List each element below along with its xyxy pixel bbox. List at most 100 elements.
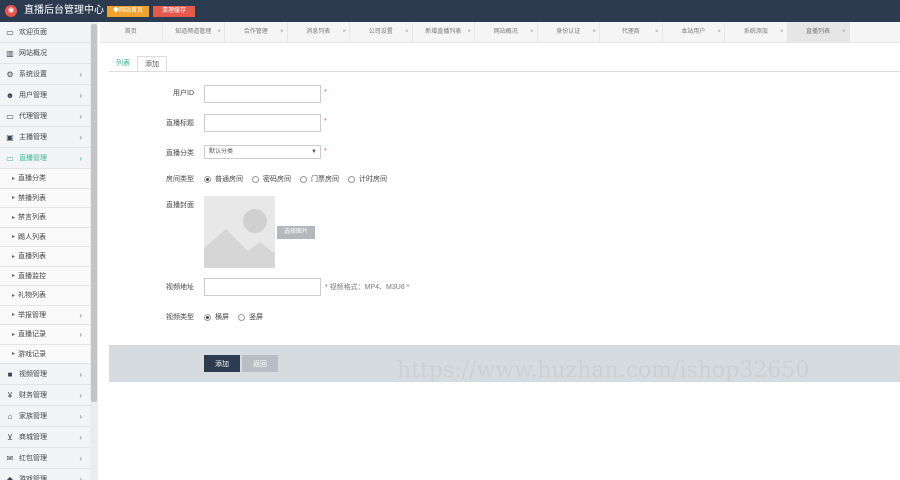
- tab[interactable]: 消息列表 ×: [288, 22, 350, 43]
- room-type-normal[interactable]: 普通房间: [204, 174, 243, 184]
- sidebar-item[interactable]: ▣ 主播管理 ›: [0, 127, 90, 148]
- video-type-portrait[interactable]: 竖屏: [238, 312, 263, 322]
- video-url-label: 视频地址: [166, 284, 194, 291]
- close-icon[interactable]: ×: [405, 22, 409, 43]
- sidebar-item-label: 主播管理: [19, 134, 47, 141]
- close-icon[interactable]: ×: [717, 22, 721, 43]
- cover-image-placeholder[interactable]: [204, 196, 275, 268]
- caret-right-icon: ▸: [12, 214, 16, 221]
- required-mark: *: [324, 118, 327, 125]
- tab[interactable]: 首页: [100, 22, 163, 43]
- close-icon[interactable]: ×: [530, 22, 534, 43]
- tab[interactable]: 公司设置 ×: [350, 22, 413, 43]
- chart-icon: ▥: [6, 48, 14, 58]
- room-type-timed[interactable]: 计时房间: [348, 174, 387, 184]
- sidebar-item[interactable]: ⌂ 家族管理 ›: [0, 406, 90, 427]
- close-icon[interactable]: ×: [780, 22, 784, 43]
- radio-icon[interactable]: [300, 175, 307, 183]
- room-type-ticket[interactable]: 门票房间: [300, 174, 339, 184]
- tab[interactable]: 知道频道管理 ×: [163, 22, 225, 43]
- close-icon[interactable]: ×: [655, 22, 659, 43]
- radio-checked-icon[interactable]: [204, 313, 211, 321]
- id-card-icon: ▣: [6, 132, 14, 142]
- choose-image-button[interactable]: 选择图片: [277, 226, 315, 239]
- close-icon[interactable]: ×: [280, 22, 284, 43]
- site-home-button[interactable]: ◆网站首页: [107, 6, 149, 17]
- chevron-right-icon: ›: [79, 412, 82, 421]
- category-select[interactable]: 默认分类 ▼: [204, 145, 321, 159]
- category-label: 直播分类: [166, 150, 194, 157]
- tab-label: 新增直播列表: [425, 29, 462, 35]
- tab[interactable]: 直播列表 ×: [787, 22, 850, 43]
- subtab-add[interactable]: 添加: [137, 56, 167, 72]
- chevron-right-icon: ›: [79, 433, 82, 442]
- required-mark: *: [324, 89, 327, 96]
- tab-label: 直播列表: [805, 29, 830, 35]
- radio-checked-icon[interactable]: [204, 175, 211, 183]
- user-id-input[interactable]: [204, 85, 321, 103]
- close-icon[interactable]: ×: [342, 22, 346, 43]
- tab[interactable]: 网站概况 ×: [475, 22, 538, 43]
- gears-icon: ⚙: [6, 69, 14, 79]
- video-icon: ■: [7, 369, 13, 379]
- scrollbar-thumb[interactable]: [91, 24, 97, 402]
- close-icon[interactable]: ×: [467, 22, 471, 43]
- sidebar-item[interactable]: ✉ 红包管理 ›: [0, 448, 90, 469]
- close-icon[interactable]: ×: [217, 22, 221, 43]
- required-mark: *: [324, 148, 327, 155]
- tab-label: 首页: [124, 29, 137, 35]
- sidebar-item[interactable]: ¥ 财务管理 ›: [0, 385, 90, 406]
- room-type-password[interactable]: 密码房间: [252, 174, 291, 184]
- tab[interactable]: 代理商 ×: [600, 22, 663, 43]
- video-type-landscape[interactable]: 横屏: [204, 312, 229, 322]
- subtab-list[interactable]: 列表: [109, 56, 137, 72]
- tab[interactable]: 本站用户 ×: [663, 22, 725, 43]
- sidebar-subitem[interactable]: ▸ 直播记录 ›: [0, 325, 90, 345]
- tab-label: 公司设置: [368, 29, 393, 35]
- radio-icon[interactable]: [252, 175, 259, 183]
- sidebar-subitem[interactable]: ▸ 直播列表: [0, 247, 90, 267]
- envelope-icon: ✉: [6, 453, 14, 463]
- video-url-input[interactable]: [204, 278, 321, 296]
- sidebar-subitem-label: 直播列表: [18, 253, 47, 261]
- sidebar-item-label: 系统设置: [19, 71, 47, 78]
- sidebar-item[interactable]: ⚙ 系统设置 ›: [0, 64, 90, 85]
- sidebar-item-label: 家族管理: [19, 413, 47, 420]
- radio-label: 计时房间: [359, 176, 387, 183]
- sidebar-subitem[interactable]: ▸ 禁言列表: [0, 208, 90, 228]
- chevron-right-icon: ›: [79, 391, 82, 400]
- cart-icon: ⊻: [7, 432, 13, 442]
- sidebar-item[interactable]: ▭ 欢迎页面: [0, 22, 90, 43]
- sidebar-item-label: 商城管理: [19, 434, 47, 441]
- back-button[interactable]: 返回: [242, 355, 278, 372]
- tab-label: 本站用户: [681, 29, 706, 35]
- clear-cache-button[interactable]: 清理缓存: [153, 6, 195, 17]
- sidebar-item[interactable]: ▥ 网站概况: [0, 43, 90, 64]
- title-input[interactable]: [204, 114, 321, 132]
- tab[interactable]: 身份认证 ×: [538, 22, 600, 43]
- sidebar-subitem-label: 踢人列表: [18, 233, 47, 241]
- tab[interactable]: 系统添加 ×: [725, 22, 788, 43]
- tab-label: 合作管理: [243, 29, 268, 35]
- sidebar-item-label: 视频管理: [19, 371, 47, 378]
- tab[interactable]: 合作管理 ×: [225, 22, 288, 43]
- sidebar-item[interactable]: ■ 视频管理 ›: [0, 364, 90, 385]
- user-id-label: 用户ID: [173, 90, 194, 97]
- chevron-right-icon: ›: [79, 454, 82, 463]
- sidebar-item-label: 财务管理: [19, 392, 47, 399]
- sidebar-item[interactable]: ⊻ 商城管理 ›: [0, 427, 90, 448]
- room-type-label: 房间类型: [166, 176, 194, 183]
- radio-icon[interactable]: [238, 313, 245, 321]
- sidebar-item[interactable]: ◆ 游戏管理 ›: [0, 469, 90, 480]
- room-type-group: 普通房间 密码房间 门票房间 计时房间: [204, 174, 396, 184]
- sidebar-subitem[interactable]: ▸ 踢人列表: [0, 227, 90, 247]
- tab[interactable]: 新增直播列表 ×: [413, 22, 475, 43]
- app-title: 直播后台管理中心: [24, 5, 104, 16]
- tab-label: 网站概况: [493, 29, 518, 35]
- add-button[interactable]: 添加: [204, 355, 240, 372]
- close-icon[interactable]: ×: [842, 22, 846, 43]
- sidebar-subitem[interactable]: ▸ 游戏记录: [0, 344, 90, 364]
- radio-icon[interactable]: [348, 175, 355, 183]
- close-icon[interactable]: ×: [592, 22, 596, 43]
- radio-label: 竖屏: [249, 314, 263, 321]
